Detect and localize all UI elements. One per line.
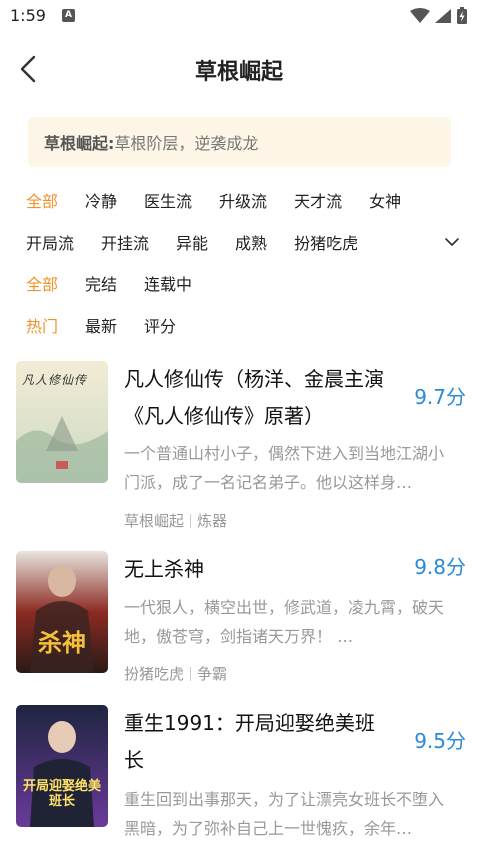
filter-category[interactable]: 医生流 [144,188,192,212]
book-item[interactable]: 开局迎娶绝美班长 重生1991：开局迎娶绝美班长 9.5分 重生回到出事那天，为… [16,705,466,845]
filter-status-all[interactable]: 全部 [26,271,58,295]
book-description: 一代狠人，横空出世，修武道，凌九霄，破天地，傲苍穹，剑指诸天万界！ … [124,598,445,646]
status-time: 1:59 [10,6,46,25]
cover-title: 杀神 [38,629,86,657]
book-cover: 杀神 [16,551,108,673]
page-title: 草根崛起 [194,60,283,85]
book-tag: 草根崛起 [124,512,185,530]
category-filter-row-1: 全部 冷静 医生流 升级流 天才流 女神 [26,188,428,212]
book-tags: 扮猪吃虎 争霸 [124,663,227,684]
book-tags: 草根崛起 炼器 [124,510,227,531]
filter-status-finished[interactable]: 完结 [85,271,117,295]
book-description: 一个普通山村小子，偶然下进入到当地江湖小门派，成了一名记名弟子。他以这样身… [124,444,445,492]
book-title: 无上杀神 [124,557,204,581]
status-bar: 1:59 A [0,0,478,34]
book-score: 9.8分 [414,555,466,579]
wifi-icon [410,8,430,23]
book-title: 重生1991：开局迎娶绝美班长 [124,711,375,772]
sort-rating[interactable]: 评分 [144,313,176,337]
sort-latest[interactable]: 最新 [85,313,117,337]
book-item[interactable]: 凡人修仙传 凡人修仙传（杨洋、金晨主演《凡人修仙传》原著） 9.7分 一个普通山… [16,361,466,531]
category-filter-row-2: 开局流 开挂流 异能 成熟 扮猪吃虎 [26,230,385,254]
cover-title: 开局迎娶绝美班长 [22,779,101,809]
book-score: 9.7分 [414,385,466,409]
cover-title: 凡人修仙传 [22,373,88,387]
book-tag: 炼器 [197,512,228,530]
filter-category[interactable]: 开挂流 [101,230,149,254]
filter-status-ongoing[interactable]: 连载中 [144,271,192,295]
expand-filters-button[interactable] [443,233,461,251]
tag-divider [190,514,192,528]
filter-category[interactable]: 升级流 [219,188,267,212]
book-cover: 开局迎娶绝美班长 [16,705,108,827]
book-item[interactable]: 杀神 无上杀神 9.8分 一代狠人，横空出世，修武道，凌九霄，破天地，傲苍穹，剑… [16,551,466,684]
header: 草根崛起 [0,40,478,98]
sort-filter-row: 热门 最新 评分 [26,313,203,337]
filter-category[interactable]: 开局流 [26,230,74,254]
book-cover: 凡人修仙传 [16,361,108,483]
filter-category[interactable]: 天才流 [294,188,342,212]
book-tag: 争霸 [197,665,228,683]
book-title: 凡人修仙传（杨洋、金晨主演《凡人修仙传》原著） [124,367,384,428]
category-banner: 草根崛起: 草根阶层，逆袭成龙 [28,117,451,167]
filter-category[interactable]: 异能 [176,230,208,254]
status-icons [410,7,468,25]
filter-category[interactable]: 成熟 [235,230,267,254]
filter-category[interactable]: 女神 [369,188,401,212]
status-filter-row: 全部 完结 连载中 [26,271,219,295]
sort-hot[interactable]: 热门 [26,313,58,337]
book-tag: 扮猪吃虎 [124,665,185,683]
tag-divider [190,667,192,681]
banner-text: 草根阶层，逆袭成龙 [114,134,259,153]
banner-label: 草根崛起: [44,134,115,153]
filter-category[interactable]: 扮猪吃虎 [294,230,358,254]
book-description: 重生回到出事那天，为了让漂亮女班长不堕入黑暗，为了弥补自己上一世愧疚，余年… [124,790,445,838]
filter-category[interactable]: 冷静 [85,188,117,212]
book-score: 9.5分 [414,729,466,753]
battery-icon [457,7,467,24]
notification-icon: A [62,9,75,22]
signal-icon [435,9,451,23]
chevron-down-icon [445,238,459,246]
filter-category-all[interactable]: 全部 [26,188,58,212]
